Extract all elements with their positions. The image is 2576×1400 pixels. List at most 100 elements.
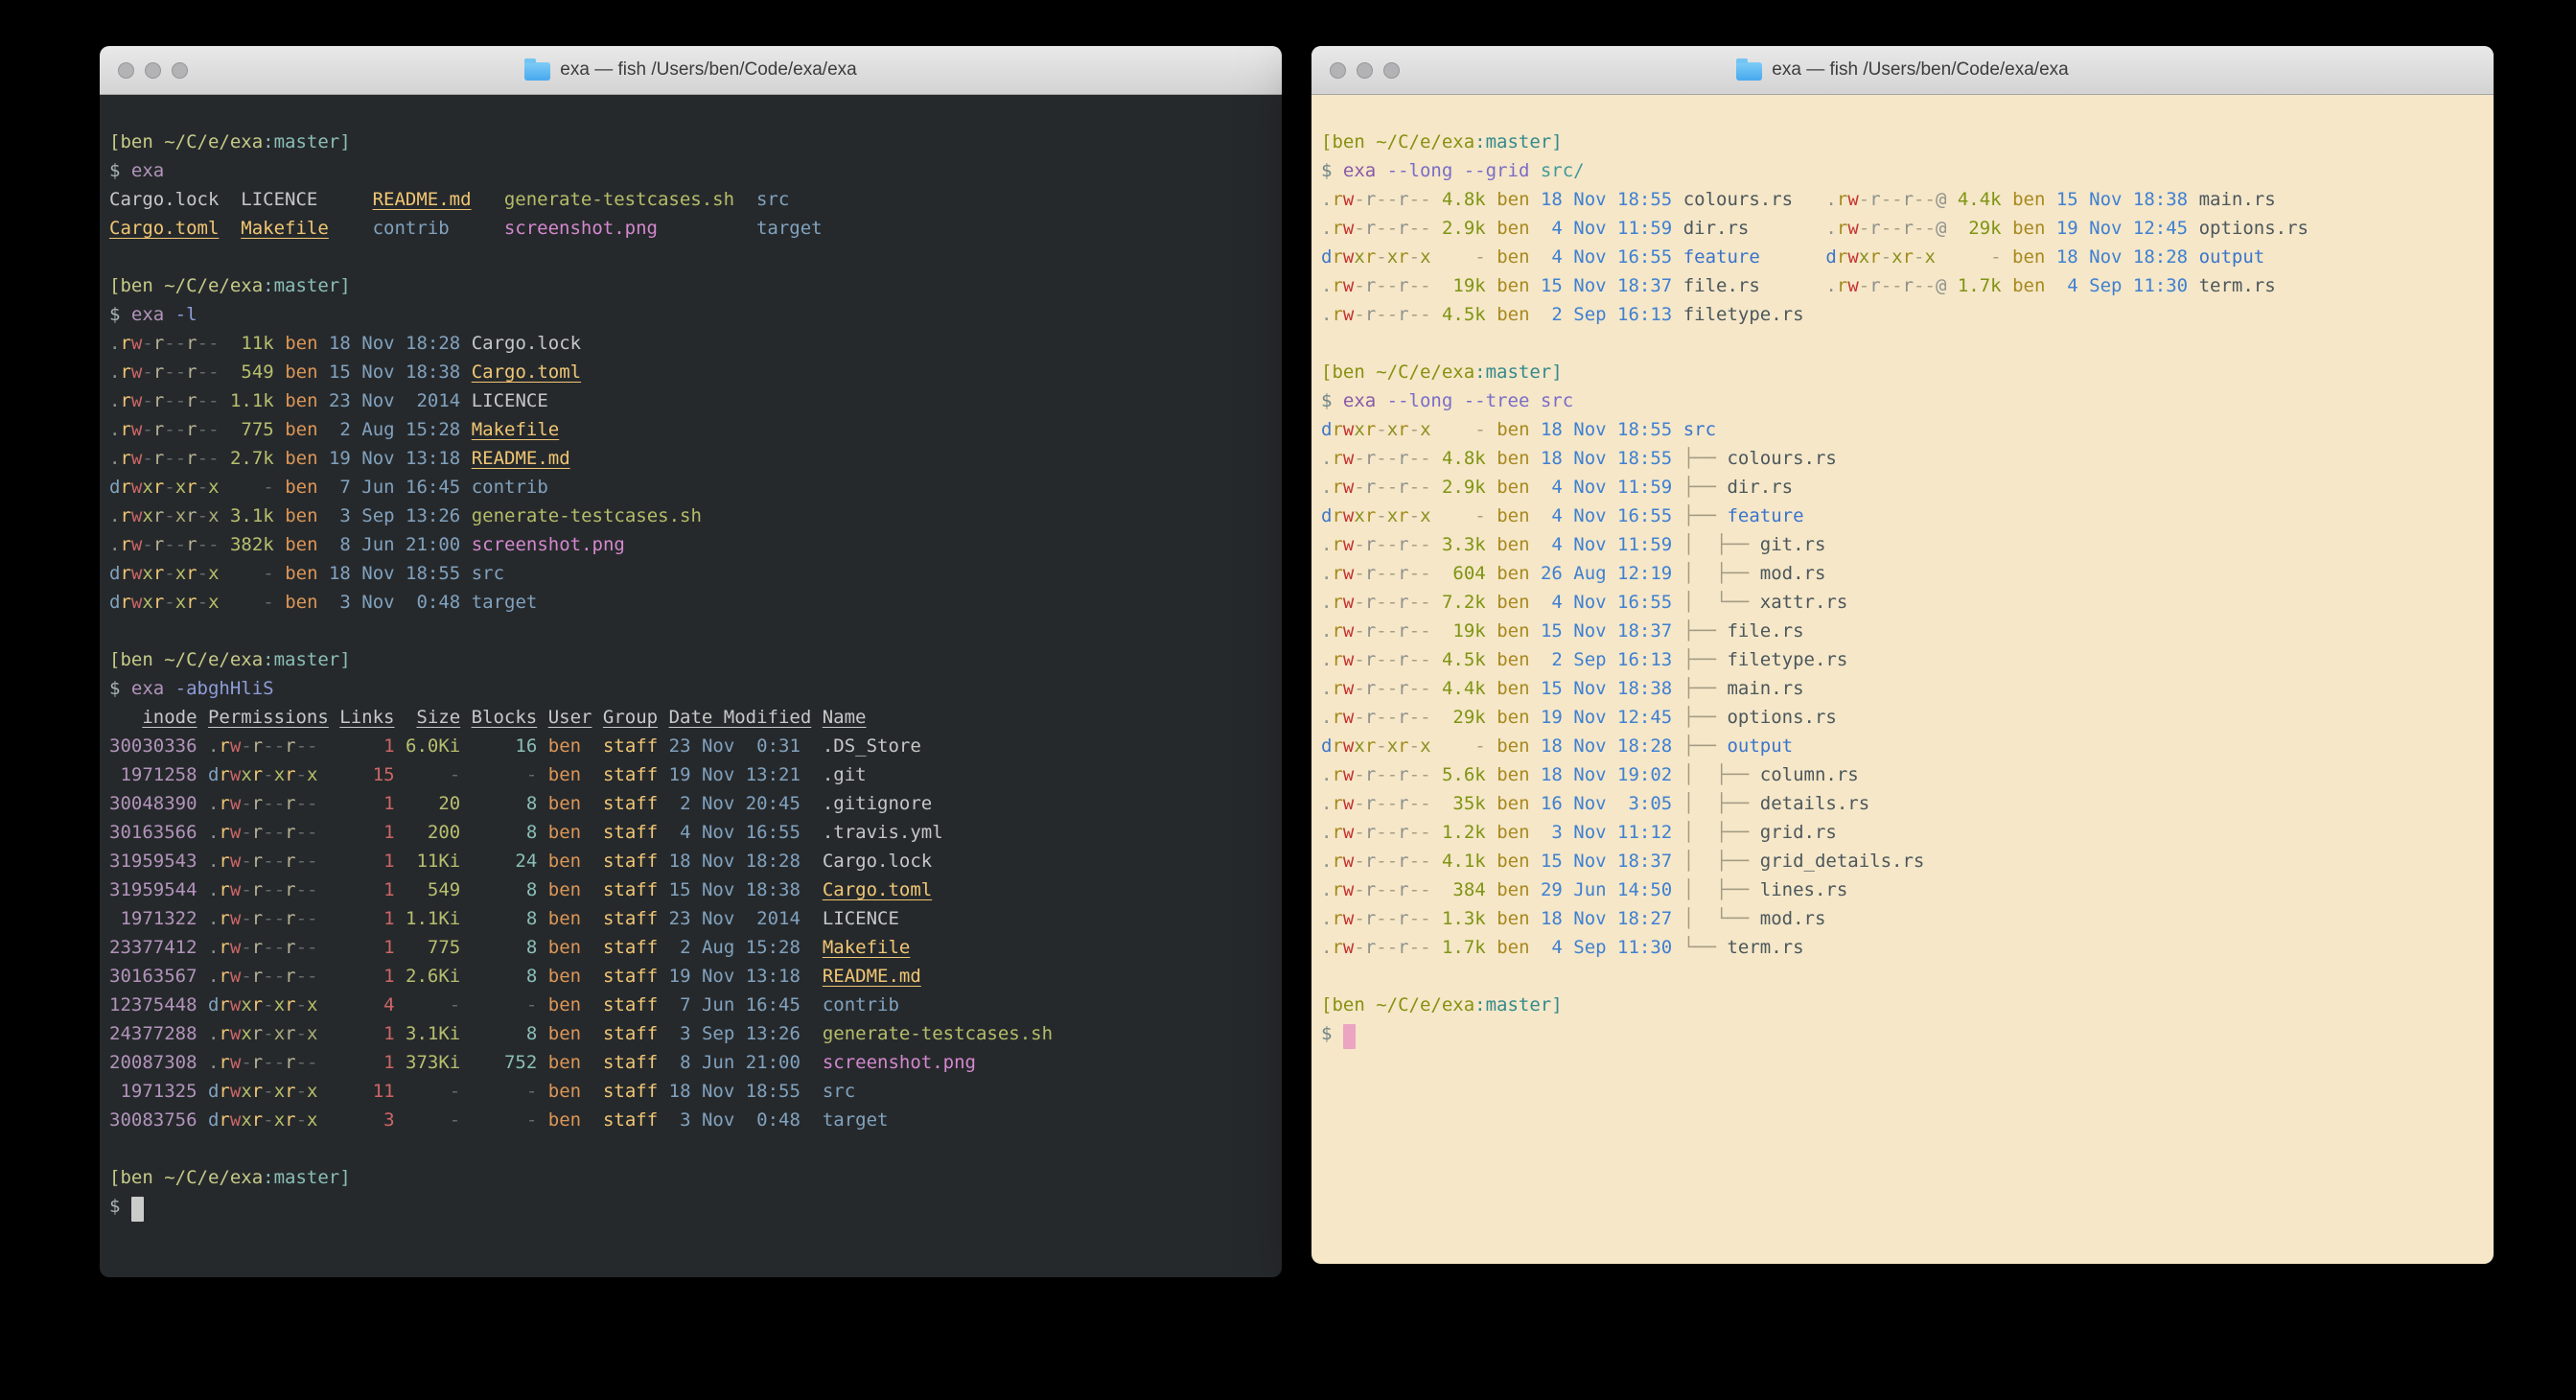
perm-char: - — [197, 505, 208, 526]
terminal-line: .rw-r--r-- 19k ben 15 Nov 18:37 ├── file… — [1321, 617, 2484, 645]
perm-char: - — [1354, 275, 1364, 296]
perm-char: r — [285, 1052, 295, 1073]
perm-char: . — [208, 851, 219, 872]
perm-char: - — [208, 390, 219, 411]
permissions: .rw-r--r-- — [208, 735, 318, 757]
text-segment — [537, 908, 547, 929]
user-segment: ben — [285, 505, 317, 526]
perm-char: - — [1376, 592, 1386, 613]
tree-segment: ├── — [1683, 448, 1728, 469]
dash-segment: - — [220, 477, 274, 498]
perm-char: r — [1365, 764, 1376, 785]
user-segment: ben — [1497, 678, 1529, 699]
fg-segment: details.rs — [1760, 793, 1869, 814]
title-bar[interactable]: exa — fish /Users/ben/Code/exa/exa — [1311, 46, 2494, 95]
dash-segment: - — [220, 592, 274, 613]
permissions: .rw-r--r-- — [1321, 908, 1431, 929]
zoom-button[interactable] — [1383, 62, 1400, 79]
title-bar[interactable]: exa — fish /Users/ben/Code/exa/exa — [100, 46, 1282, 95]
user-segment: ben — [285, 477, 317, 498]
perm-char: r — [1332, 189, 1342, 210]
text-segment — [460, 419, 471, 440]
perm-char: - — [1420, 764, 1430, 785]
perm-char: - — [241, 1052, 251, 1073]
permissions: .rw-r--r-- — [1321, 793, 1431, 814]
date-segment: 15 Nov 18:38 — [329, 362, 460, 383]
dir-segment: target — [823, 1109, 889, 1131]
permissions: .rw-r--r-- — [109, 362, 220, 383]
terminal-line: .rw-r--r-- 3.3k ben 4 Nov 11:59 │ ├── gi… — [1321, 530, 2484, 559]
perm-char: - — [1409, 218, 1420, 239]
perm-char: - — [208, 333, 219, 354]
perm-char: - — [263, 764, 273, 785]
text-segment — [1486, 189, 1497, 210]
perm-char: - — [1354, 563, 1364, 584]
terminal-line: 23377412 .rw-r--r-- 1 775 8 ben staff 2 … — [109, 933, 1272, 962]
perm-char: r — [1398, 764, 1408, 785]
text-segment — [658, 908, 668, 929]
perm-char: w — [1343, 822, 1354, 843]
terminal-line: drwxr-xr-x - ben 3 Nov 0:48 target — [109, 588, 1272, 617]
perm-char: r — [120, 390, 130, 411]
minimize-button[interactable] — [1357, 62, 1373, 79]
text-segment — [460, 448, 471, 469]
terminal-window-right: exa — fish /Users/ben/Code/exa/exa [ben … — [1311, 46, 2494, 1264]
user-segment: ben — [548, 1023, 581, 1044]
perm-char: - — [296, 822, 307, 843]
terminal-cursor[interactable] — [131, 1197, 144, 1222]
text-segment — [658, 1109, 668, 1131]
perm-char: r — [1398, 793, 1408, 814]
fg-segment: git.rs — [1760, 534, 1826, 555]
date-segment: 15 Nov 18:38 — [2056, 189, 2188, 210]
tree-segment: ├── — [1683, 649, 1728, 670]
text-segment — [537, 851, 547, 872]
perm-char: x — [1387, 735, 1398, 757]
text-segment — [2045, 218, 2055, 239]
permissions: .rw-r--r-- — [109, 534, 220, 555]
perm-char: - — [1891, 275, 1902, 296]
date-segment: 18 Nov 19:02 — [1541, 764, 1672, 785]
perm-char: r — [1903, 218, 1914, 239]
fg-segment: xattr.rs — [1760, 592, 1848, 613]
user-segment: ben — [548, 879, 581, 900]
perm-char: r — [153, 563, 164, 584]
permissions: .rw-r--r-- — [1321, 592, 1431, 613]
zoom-button[interactable] — [172, 62, 188, 79]
text-segment — [274, 448, 285, 469]
perm-char: w — [131, 505, 142, 526]
terminal-line: [ben ~/C/e/exa:master] — [109, 1163, 1272, 1192]
promptBranch-segment: :master] — [263, 275, 351, 296]
perm-char: r — [120, 362, 130, 383]
date-segment: 15 Nov 18:38 — [1541, 678, 1672, 699]
dash-segment: - — [460, 1081, 537, 1102]
links-segment: 1 — [318, 937, 395, 958]
permissions: .rw-r--r-- — [208, 937, 318, 958]
terminal-line: 31959544 .rw-r--r-- 1 549 8 ben staff 15… — [109, 875, 1272, 904]
text-segment — [1672, 851, 1683, 872]
perm-char: - — [1881, 189, 1891, 210]
user-segment: ben — [285, 362, 317, 383]
user-segment: ben — [1497, 304, 1529, 325]
perm-char: - — [1420, 275, 1430, 296]
perm-char: r — [1365, 620, 1376, 642]
group-segment: staff — [603, 994, 658, 1015]
terminal-body[interactable]: [ben ~/C/e/exa:master]$ exaCargo.lock LI… — [100, 95, 1282, 1230]
terminal-line: $ exa -abghHliS — [109, 674, 1272, 703]
perm-char: . — [1825, 218, 1836, 239]
terminal-cursor[interactable] — [1343, 1024, 1356, 1049]
minimize-button[interactable] — [145, 62, 161, 79]
size-segment: 2.6Ki — [406, 966, 460, 987]
traffic-lights — [118, 46, 188, 94]
perm-char: - — [1387, 218, 1398, 239]
perm-char: r — [1365, 246, 1376, 268]
terminal-body[interactable]: [ben ~/C/e/exa:master]$ exa --long --gri… — [1311, 95, 2494, 1058]
perm-char: - — [1409, 419, 1420, 440]
text-segment — [1672, 419, 1683, 440]
perm-char: - — [175, 390, 186, 411]
text-segment — [537, 879, 547, 900]
close-button[interactable] — [118, 62, 134, 79]
close-button[interactable] — [1330, 62, 1346, 79]
dir-segment: target — [756, 218, 823, 239]
perm-char: r — [1398, 563, 1408, 584]
perm-char: r — [1903, 275, 1914, 296]
